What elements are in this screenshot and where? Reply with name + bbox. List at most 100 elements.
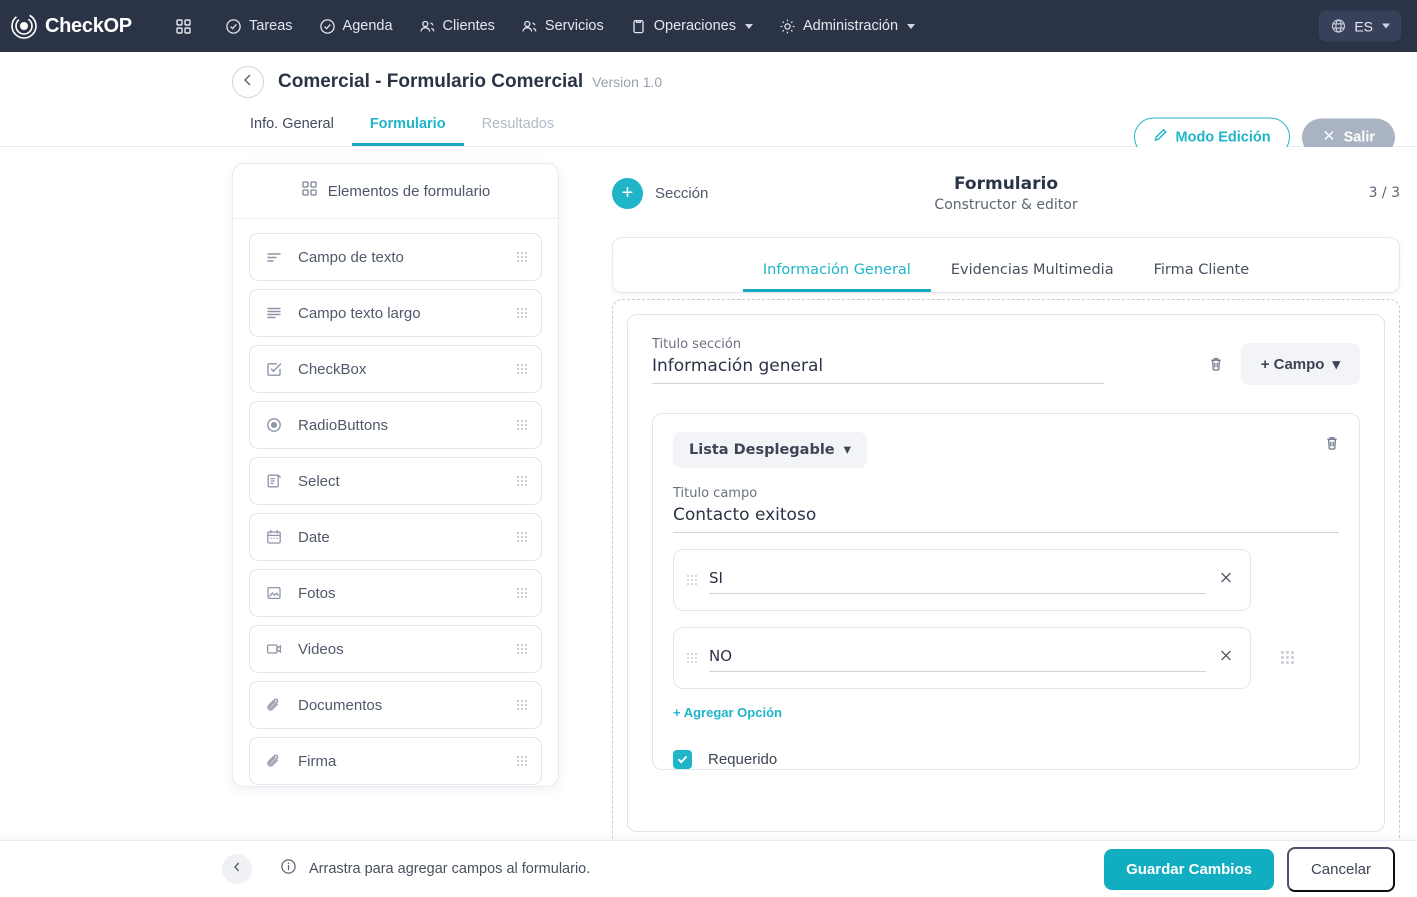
page-title: Comercial - Formulario Comercial <box>278 71 584 92</box>
section-drop-area[interactable]: Titulo sección Información general + Cam… <box>612 299 1400 847</box>
palette-item-label: Campo texto largo <box>298 304 421 322</box>
palette-item-label: Fotos <box>298 584 336 602</box>
form-tabs-card: Información General Evidencias Multimedi… <box>612 237 1400 293</box>
remove-option-button[interactable] <box>1218 570 1234 591</box>
nav-item-dashboard[interactable] <box>164 10 210 43</box>
check-circle-icon <box>225 18 242 35</box>
save-changes-button[interactable]: Guardar Cambios <box>1104 848 1274 890</box>
add-section-button[interactable]: + Sección <box>612 177 709 209</box>
required-checkbox[interactable] <box>673 750 692 769</box>
field-drag-handle-icon[interactable] <box>1280 650 1294 666</box>
palette-item-campo-texto-largo[interactable]: Campo texto largo <box>249 289 542 337</box>
paragraph-icon <box>264 303 284 323</box>
palette-item-videos[interactable]: Videos <box>249 625 542 673</box>
drag-handle-icon[interactable] <box>516 642 527 656</box>
section-card: Titulo sección Información general + Cam… <box>627 314 1385 832</box>
chevron-down-icon: ▾ <box>843 442 851 458</box>
palette-header: Elementos de formulario <box>233 164 558 219</box>
video-icon <box>264 639 284 659</box>
nav-item-label: Tareas <box>249 18 293 34</box>
checkbox-icon <box>264 359 284 379</box>
section-title-field[interactable]: Titulo sección Información general <box>652 337 1104 384</box>
section-actions: + Campo ▾ <box>1205 337 1360 385</box>
section-title-row: Titulo sección Información general + Cam… <box>652 337 1360 385</box>
palette-item-label: RadioButtons <box>298 416 389 434</box>
check-circle-icon <box>319 18 336 35</box>
form-tab-firma-cliente[interactable]: Firma Cliente <box>1134 256 1270 292</box>
required-row: Requerido <box>673 750 1339 769</box>
palette-item-label: Date <box>298 528 330 546</box>
nav-item-agenda[interactable]: Agenda <box>308 10 404 43</box>
drag-handle-icon[interactable] <box>516 362 527 376</box>
form-tabs: Información General Evidencias Multimedi… <box>742 256 1270 292</box>
section-title-label: Titulo sección <box>652 337 742 352</box>
edit-mode-label: Modo Edición <box>1175 129 1271 145</box>
field-title-value[interactable]: Contacto exitoso <box>673 501 1339 533</box>
palette-item-documentos[interactable]: Documentos <box>249 681 542 729</box>
palette-item-firma[interactable]: Firma <box>249 737 542 785</box>
palette-item-select[interactable]: Select <box>249 457 542 505</box>
nav-item-operaciones[interactable]: Operaciones <box>619 10 764 43</box>
palette-item-fotos[interactable]: Fotos <box>249 569 542 617</box>
drag-handle-icon[interactable] <box>516 474 527 488</box>
drag-handle-icon[interactable] <box>516 306 527 320</box>
option-input-2[interactable] <box>709 644 1206 672</box>
tab-formulario[interactable]: Formulario <box>351 110 464 146</box>
nav-item-administracion[interactable]: Administración <box>768 10 926 43</box>
remove-option-button[interactable] <box>1218 648 1234 669</box>
form-tab-informacion-general[interactable]: Información General <box>742 256 931 292</box>
form-tab-evidencias-multimedia[interactable]: Evidencias Multimedia <box>931 256 1134 292</box>
clipboard-icon <box>630 18 647 35</box>
hint-text: Arrastra para agregar campos al formular… <box>309 861 591 877</box>
add-field-label: + Campo <box>1260 355 1325 373</box>
palette-item-radiobuttons[interactable]: RadioButtons <box>249 401 542 449</box>
drag-handle-icon[interactable] <box>516 250 527 264</box>
users-icon <box>419 18 436 35</box>
add-section-label: Sección <box>655 184 709 202</box>
drag-handle-icon[interactable] <box>516 754 527 768</box>
language-selector[interactable]: ES <box>1319 10 1401 42</box>
collapse-panel-button[interactable] <box>222 854 252 884</box>
gear-icon <box>779 18 796 35</box>
option-row <box>673 627 1294 689</box>
drag-handle-icon[interactable] <box>686 573 697 587</box>
nav-item-servicios[interactable]: Servicios <box>510 10 615 43</box>
drag-handle-icon[interactable] <box>516 586 527 600</box>
builder-heading: Formulario Constructor & editor <box>612 174 1400 213</box>
drag-handle-icon[interactable] <box>686 651 697 665</box>
plus-icon: + <box>612 177 643 209</box>
tab-resultados[interactable]: Resultados <box>464 110 573 146</box>
brand-logo[interactable]: CheckOP <box>10 12 150 40</box>
nav-item-label: Clientes <box>442 18 495 34</box>
radio-icon <box>264 415 284 435</box>
form-elements-palette: Elementos de formulario Campo de texto C… <box>232 163 559 787</box>
drag-handle-icon[interactable] <box>516 530 527 544</box>
builder-subtitle: Constructor & editor <box>934 196 1078 213</box>
add-option-button[interactable]: + Agregar Opción <box>673 705 782 720</box>
chevron-down-icon <box>1382 23 1390 29</box>
trash-icon[interactable] <box>1205 353 1227 375</box>
option-input-1[interactable] <box>709 566 1206 594</box>
section-title-value[interactable]: Información general <box>652 352 1104 384</box>
add-field-button[interactable]: + Campo ▾ <box>1240 343 1360 385</box>
palette-item-campo-de-texto[interactable]: Campo de texto <box>249 233 542 281</box>
palette-item-checkbox[interactable]: CheckBox <box>249 345 542 393</box>
palette-item-label: CheckBox <box>298 360 367 378</box>
drag-handle-icon[interactable] <box>516 698 527 712</box>
exit-label: Salir <box>1343 129 1375 145</box>
pencil-icon <box>1153 128 1168 147</box>
chevron-left-icon <box>230 860 244 879</box>
field-type-selector[interactable]: Lista Desplegable ▾ <box>673 432 867 468</box>
cancel-button[interactable]: Cancelar <box>1286 846 1395 892</box>
back-button[interactable] <box>232 66 264 98</box>
tab-info-general[interactable]: Info. General <box>232 110 352 146</box>
drag-handle-icon[interactable] <box>516 418 527 432</box>
nav-item-label: Administración <box>802 18 899 34</box>
grid-icon <box>175 18 192 35</box>
palette-item-date[interactable]: Date <box>249 513 542 561</box>
nav-item-clientes[interactable]: Clientes <box>408 10 506 43</box>
nav-item-tareas[interactable]: Tareas <box>214 10 304 43</box>
delete-field-button[interactable] <box>1323 434 1341 457</box>
builder-title: Formulario <box>954 173 1058 194</box>
select-icon <box>264 471 284 491</box>
